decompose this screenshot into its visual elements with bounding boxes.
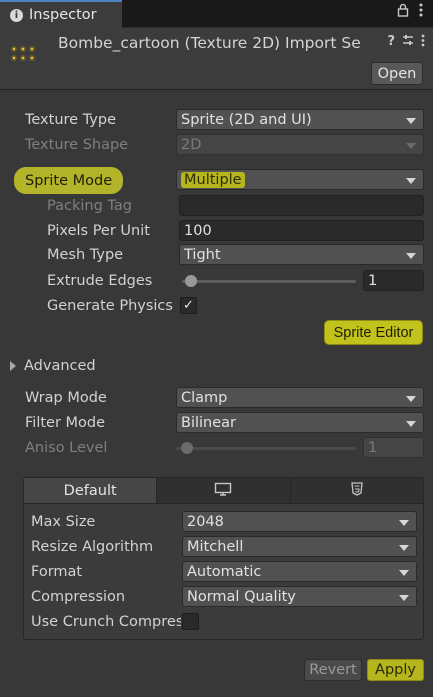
chevron-down-icon: [406, 396, 416, 402]
monitor-icon: [214, 482, 232, 500]
use-crunch-checkbox[interactable]: [182, 613, 199, 630]
compression-dropdown[interactable]: Normal Quality: [182, 586, 417, 607]
tab-inspector[interactable]: i Inspector: [0, 0, 122, 28]
extrude-edges-input[interactable]: 1: [363, 270, 424, 291]
wrap-mode-value: Clamp: [181, 389, 228, 406]
packing-tag-input[interactable]: [179, 195, 424, 216]
chevron-down-icon: [406, 143, 416, 149]
sprite-mode-label: Sprite Mode: [25, 173, 113, 189]
import-settings: Texture Type Sprite (2D and UI) Texture …: [0, 97, 433, 697]
asset-title: Bombe_cartoon (Texture 2D) Import Se: [58, 34, 361, 52]
use-crunch-label: Use Crunch Compres: [31, 614, 181, 630]
revert-button[interactable]: Revert: [304, 659, 362, 681]
sprite-mode-dropdown[interactable]: Multiple: [176, 169, 424, 190]
html5-icon: [351, 481, 363, 500]
chevron-down-icon: [399, 595, 409, 601]
mesh-type-value: Tight: [184, 246, 221, 263]
advanced-label: Advanced: [24, 358, 96, 374]
inspector-header: Bombe_cartoon (Texture 2D) Import Se ? O…: [0, 28, 433, 90]
resize-algorithm-label: Resize Algorithm: [31, 539, 154, 555]
chevron-down-icon: [406, 118, 416, 124]
texture-type-label: Texture Type: [25, 112, 116, 128]
generate-physics-label: Generate Physics: [47, 298, 173, 314]
max-size-label: Max Size: [31, 514, 96, 530]
mesh-type-label: Mesh Type: [47, 247, 124, 263]
filter-mode-label: Filter Mode: [25, 415, 106, 431]
info-icon: i: [10, 8, 23, 22]
pixels-per-unit-input[interactable]: 100: [179, 220, 424, 241]
texture-thumbnail: [11, 46, 35, 61]
chevron-down-icon: [399, 570, 409, 576]
triangle-right-icon: [10, 361, 16, 371]
tab-actions: [397, 3, 423, 21]
tab-webgl[interactable]: [291, 478, 423, 503]
tab-standalone[interactable]: [157, 478, 291, 503]
advanced-foldout[interactable]: Advanced: [10, 355, 96, 377]
chevron-down-icon: [406, 178, 416, 184]
texture-type-value: Sprite (2D and UI): [181, 111, 312, 128]
texture-type-dropdown[interactable]: Sprite (2D and UI): [176, 109, 424, 130]
sprite-mode-value: Multiple: [181, 171, 245, 188]
filter-mode-dropdown[interactable]: Bilinear: [176, 412, 424, 433]
platform-tabs: Default: [24, 478, 423, 504]
platform-settings: Default Max Size 2048 Resize Algorithm M…: [23, 477, 424, 640]
texture-shape-value: 2D: [181, 136, 202, 153]
texture-shape-dropdown: 2D: [176, 134, 424, 155]
max-size-value: 2048: [187, 513, 224, 530]
sprite-editor-button[interactable]: Sprite Editor: [324, 320, 423, 345]
open-button[interactable]: Open: [371, 62, 423, 85]
format-dropdown[interactable]: Automatic: [182, 561, 417, 582]
aniso-level-slider-knob: [180, 442, 193, 454]
mesh-type-dropdown[interactable]: Tight: [179, 244, 424, 265]
lock-icon[interactable]: [397, 3, 409, 21]
apply-button[interactable]: Apply: [367, 659, 424, 681]
filter-mode-value: Bilinear: [181, 414, 236, 431]
format-value: Automatic: [187, 563, 262, 580]
chevron-down-icon: [399, 545, 409, 551]
kebab-menu-icon[interactable]: [421, 34, 425, 51]
max-size-dropdown[interactable]: 2048: [182, 511, 417, 532]
compression-value: Normal Quality: [187, 588, 296, 605]
preset-icon[interactable]: [402, 34, 414, 51]
aniso-level-input: 1: [363, 437, 424, 458]
aniso-level-label: Aniso Level: [25, 440, 108, 456]
generate-physics-checkbox[interactable]: ✓: [180, 297, 197, 314]
compression-label: Compression: [31, 589, 126, 605]
extrude-edges-slider-knob[interactable]: [184, 275, 197, 287]
extrude-edges-slider-track[interactable]: [182, 280, 356, 283]
tab-bar: i Inspector: [0, 0, 433, 28]
tab-default[interactable]: Default: [24, 478, 158, 503]
chevron-down-icon: [399, 520, 409, 526]
format-label: Format: [31, 564, 83, 580]
chevron-down-icon: [406, 253, 416, 259]
wrap-mode-dropdown[interactable]: Clamp: [176, 387, 424, 408]
header-icons: ?: [387, 34, 425, 51]
texture-shape-label: Texture Shape: [25, 137, 129, 153]
packing-tag-label: Packing Tag: [47, 198, 132, 214]
chevron-down-icon: [406, 421, 416, 427]
resize-algorithm-value: Mitchell: [187, 538, 244, 555]
tab-title: Inspector: [29, 7, 97, 23]
help-icon[interactable]: ?: [387, 34, 395, 51]
resize-algorithm-dropdown[interactable]: Mitchell: [182, 536, 417, 557]
extrude-edges-label: Extrude Edges: [47, 273, 153, 289]
aniso-level-slider-track: [176, 447, 356, 450]
wrap-mode-label: Wrap Mode: [25, 390, 107, 406]
pixels-per-unit-label: Pixels Per Unit: [47, 223, 150, 239]
tab-default-label: Default: [63, 482, 117, 499]
kebab-menu-icon[interactable]: [419, 3, 423, 21]
